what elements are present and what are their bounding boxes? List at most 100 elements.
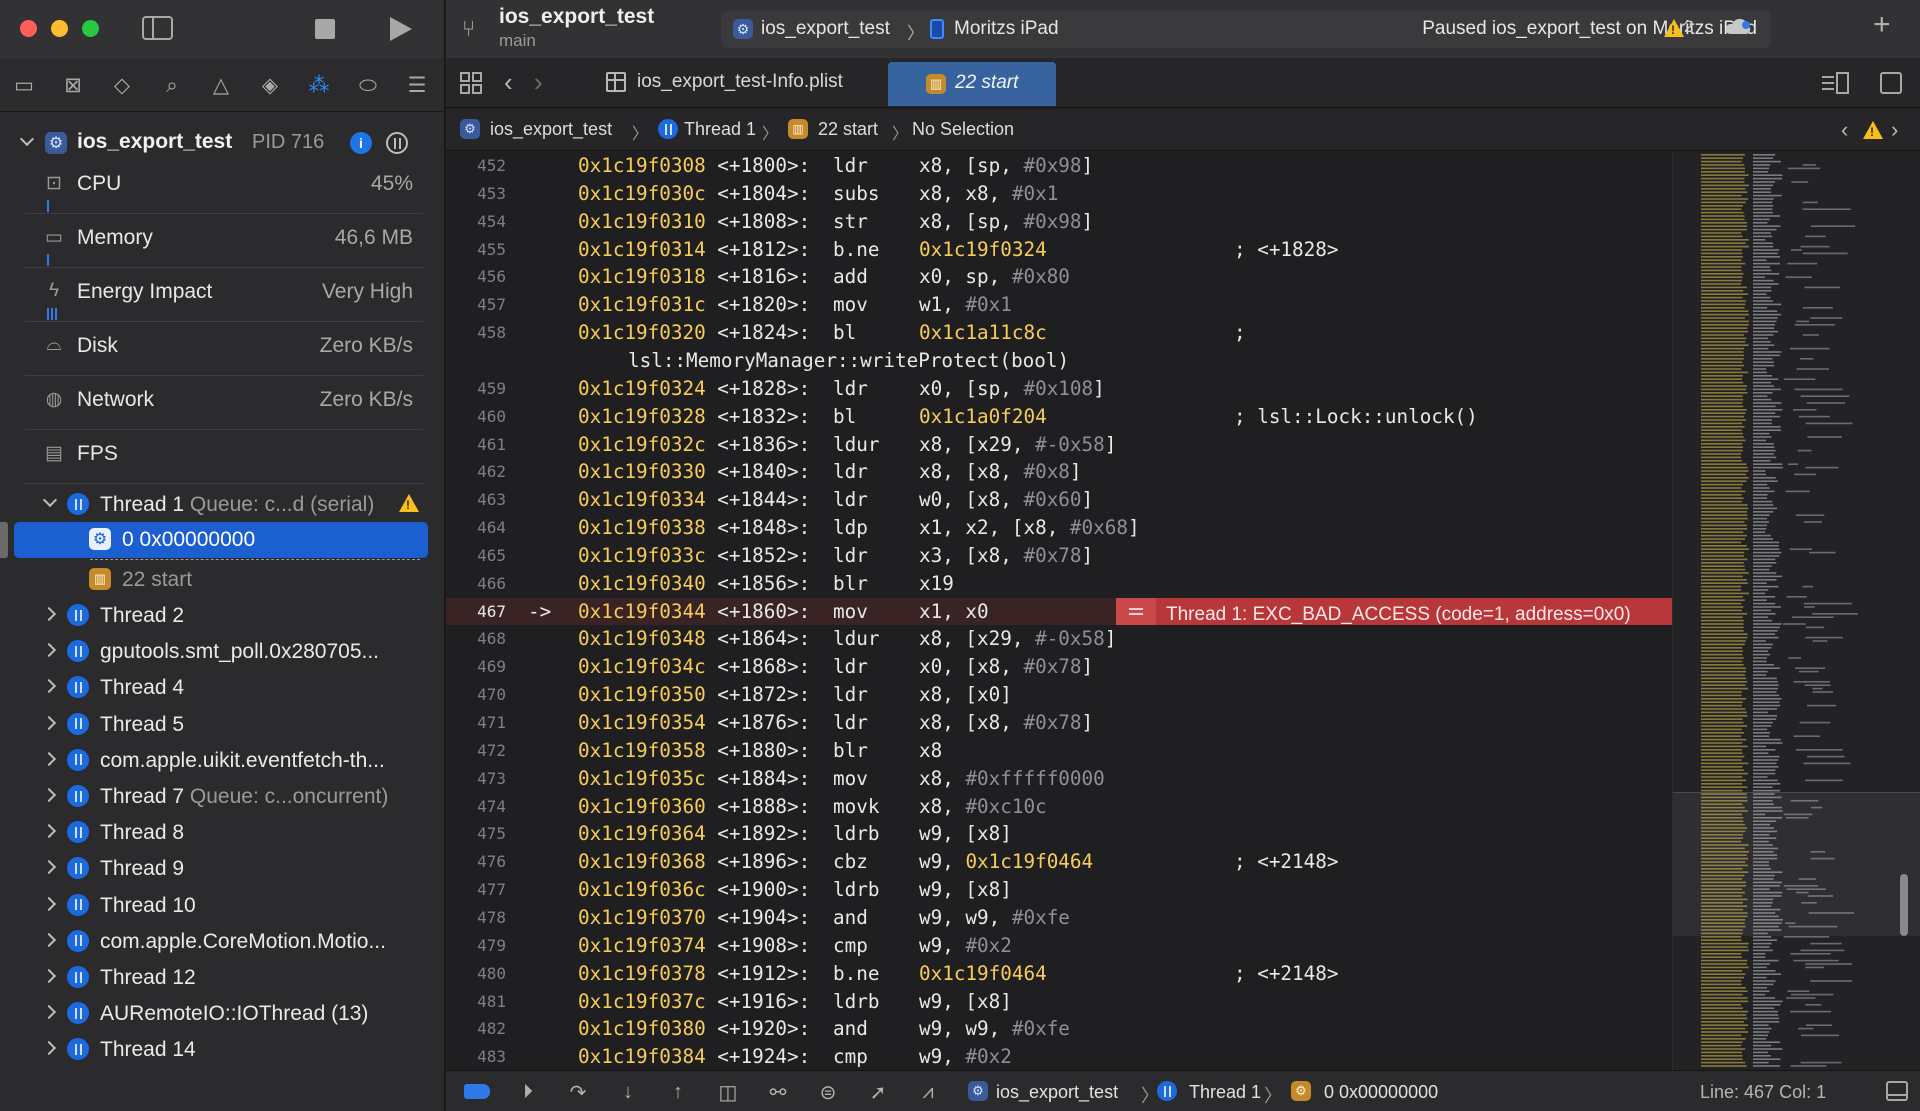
frame-row-selected[interactable]: ⚙ 0 0x00000000	[14, 522, 428, 558]
thread-row[interactable]: Thread 10	[0, 888, 444, 922]
thread-row[interactable]: Thread 5	[0, 707, 444, 741]
thread-row[interactable]: Thread 2	[0, 598, 444, 632]
breakpoints-toggle-icon[interactable]	[464, 1084, 490, 1099]
code-line[interactable]: 475 0x1c19f0364 <+1892>: ldrb w9, [x8]	[446, 820, 1672, 848]
code-line[interactable]: 457 0x1c19f031c <+1820>: mov w1, #0x1	[446, 291, 1672, 319]
back-arrow-icon[interactable]: ‹	[504, 67, 513, 98]
code-line[interactable]: 462 0x1c19f0330 <+1840>: ldr x8, [x8, #0x8]	[446, 458, 1672, 486]
device-selector[interactable]: Moritzs iPad	[954, 18, 1059, 40]
frame-row-start[interactable]: ▥ 22 start	[0, 562, 444, 596]
scrollbar-thumb[interactable]	[1900, 874, 1908, 936]
previous-issue-icon[interactable]: ‹	[1841, 117, 1848, 143]
code-line[interactable]: 455 0x1c19f0314 <+1812>: b.ne 0x1c19f0324 ; …	[446, 236, 1672, 264]
code-line[interactable]: 481 0x1c19f037c <+1916>: ldrb w9, [x8]	[446, 988, 1672, 1016]
forward-arrow-icon[interactable]: ›	[534, 67, 543, 98]
sidebar-toggle-icon[interactable]	[142, 16, 173, 40]
branch-icon[interactable]: ⑂	[462, 16, 486, 42]
code-line[interactable]: 459 0x1c19f0324 <+1828>: ldr x0, [sp, #0x10…	[446, 375, 1672, 403]
jumpbar-selection[interactable]: No Selection	[912, 119, 1014, 140]
code-line[interactable]: 469 0x1c19f034c <+1868>: ldr x0, [x8, #0x78…	[446, 653, 1672, 681]
instruments-icon[interactable]: ⩘	[916, 1080, 940, 1104]
warning-count[interactable]: 2	[1684, 17, 1693, 37]
thread-row[interactable]: com.apple.uikit.eventfetch-th...	[0, 743, 444, 777]
code-line[interactable]: 480 0x1c19f0378 <+1912>: b.ne 0x1c19f0464 ; …	[446, 960, 1672, 988]
editor-options-icon[interactable]	[1820, 72, 1850, 94]
minimap-viewport[interactable]	[1673, 792, 1920, 936]
debugbar-frame[interactable]: 0 0x00000000	[1324, 1082, 1438, 1103]
code-line[interactable]: 454 0x1c19f0310 <+1808>: str x8, [sp, #0x98…	[446, 208, 1672, 236]
code-line[interactable]: 476 0x1c19f0368 <+1896>: cbz w9, 0x1c19f046…	[446, 848, 1672, 876]
chevron-down-icon[interactable]	[19, 131, 35, 147]
console-toggle-icon[interactable]	[1886, 1081, 1908, 1101]
code-line[interactable]: 478 0x1c19f0370 <+1904>: and w9, w9, #0xfe	[446, 904, 1672, 932]
thread-row[interactable]: Thread 14	[0, 1032, 444, 1066]
thread-row[interactable]: gputools.smt_poll.0x280705...	[0, 634, 444, 668]
chevron-right-icon[interactable]	[41, 751, 57, 766]
simulate-location-icon[interactable]: ➚	[866, 1080, 890, 1104]
test-diamond-icon[interactable]: ◈	[258, 73, 282, 97]
chevron-right-icon[interactable]	[41, 715, 57, 730]
code-line[interactable]: 474 0x1c19f0360 <+1888>: movk x8, #0xc10c	[446, 793, 1672, 821]
chevron-right-icon[interactable]	[41, 896, 57, 911]
project-branch[interactable]: main	[499, 31, 536, 51]
tab-info-plist[interactable]: ios_export_test-Info.plist	[606, 58, 886, 108]
code-line[interactable]: 465 0x1c19f033c <+1852>: ldr x3, [x8, #0x78…	[446, 542, 1672, 570]
gauge-energy[interactable]: ϟ Energy Impact Very High	[25, 268, 423, 322]
info-icon[interactable]: i	[350, 132, 372, 154]
code-line[interactable]: 482 0x1c19f0380 <+1920>: and w9, w9, #0xfe	[446, 1015, 1672, 1043]
stop-icon[interactable]	[315, 19, 335, 39]
chevron-down-icon[interactable]	[42, 492, 58, 508]
threads-icon[interactable]	[386, 132, 408, 154]
code-line[interactable]: 453 0x1c19f030c <+1804>: subs x8, x8, #0x1	[446, 180, 1672, 208]
chevron-right-icon[interactable]	[41, 1041, 57, 1056]
folder-icon[interactable]: ▭	[12, 73, 36, 97]
code-line-current[interactable]: 467 -> 0x1c19f0344 <+1860>: mov x1, x0 Thread…	[446, 597, 1672, 626]
gauge-disk[interactable]: ⌓ Disk Zero KB/s	[25, 322, 423, 376]
thread-row[interactable]: Thread 12	[0, 960, 444, 994]
code-line[interactable]: 473 0x1c19f035c <+1884>: mov x8, #0xfffff00…	[446, 765, 1672, 793]
step-over-icon[interactable]: ↷	[566, 1080, 590, 1104]
chevron-right-icon[interactable]	[41, 643, 57, 658]
debug-spray-icon[interactable]: ⁂	[307, 73, 331, 97]
chevron-right-icon[interactable]	[41, 679, 57, 694]
grid-icon[interactable]	[460, 72, 482, 94]
thread-row-1[interactable]: Thread 1 Queue: c...d (serial)	[0, 487, 444, 521]
step-out-icon[interactable]: ↑	[666, 1080, 690, 1104]
debugbar-thread[interactable]: Thread 1	[1189, 1082, 1261, 1103]
jumpbar-frame[interactable]: 22 start	[818, 119, 878, 140]
next-issue-icon[interactable]: ›	[1891, 117, 1898, 143]
add-editor-icon[interactable]	[1880, 72, 1902, 94]
code-line[interactable]: 466 0x1c19f0340 <+1856>: blr x19	[446, 570, 1672, 598]
chevron-right-icon[interactable]	[41, 1005, 57, 1020]
jumpbar-project[interactable]: ios_export_test	[490, 119, 612, 140]
code-line[interactable]: 458 0x1c19f0320 <+1824>: bl 0x1c1a11c8c;	[446, 319, 1672, 347]
code-line[interactable]: 452 0x1c19f0308 <+1800>: ldr x8, [sp, #0x98…	[446, 152, 1672, 180]
code-line[interactable]: 463 0x1c19f0334 <+1844>: ldr w0, [x8, #0x60…	[446, 486, 1672, 514]
chevron-right-icon[interactable]	[41, 968, 57, 984]
debugbar-project[interactable]: ios_export_test	[996, 1082, 1118, 1103]
report-icon[interactable]: ☰	[405, 73, 429, 97]
run-icon[interactable]	[390, 17, 412, 41]
thread-row[interactable]: AURemoteIO::IOThread (13)	[0, 996, 444, 1030]
thread-row[interactable]: Thread 4	[0, 670, 444, 704]
tab-start-active[interactable]: ▥ 22 start	[888, 62, 1056, 106]
chevron-right-icon[interactable]	[41, 606, 57, 622]
warning-icon[interactable]	[1664, 19, 1684, 37]
chevron-right-icon[interactable]	[41, 787, 57, 803]
code-line[interactable]: 461 0x1c19f032c <+1836>: ldur x8, [x29, #-0…	[446, 431, 1672, 459]
step-into-icon[interactable]: ↓	[616, 1080, 640, 1104]
minimize-window-button[interactable]	[51, 20, 68, 37]
code-line[interactable]: 468 0x1c19f0348 <+1864>: ldur x8, [x29, #-0…	[446, 625, 1672, 653]
code-line[interactable]: 464 0x1c19f0338 <+1848>: ldp x1, x2, [x8, #…	[446, 514, 1672, 542]
code-line[interactable]: 472 0x1c19f0358 <+1880>: blr x8	[446, 737, 1672, 765]
warning-icon[interactable]	[1863, 121, 1883, 139]
jumpbar-thread[interactable]: Thread 1	[684, 119, 756, 140]
breakpoint-icon[interactable]: ⬭	[356, 73, 380, 97]
code-line[interactable]: 477 0x1c19f036c <+1900>: ldrb w9, [x8]	[446, 876, 1672, 904]
thread-row[interactable]: Thread 8	[0, 815, 444, 849]
disassembly-view[interactable]: 452 0x1c19f0308 <+1800>: ldr x8, [sp, #0x98…	[446, 152, 1672, 1070]
error-annotation[interactable]: Thread 1: EXC_BAD_ACCESS (code=1, addres…	[1116, 597, 1672, 626]
code-line[interactable]: 471 0x1c19f0354 <+1876>: ldr x8, [x8, #0x78…	[446, 709, 1672, 737]
thread-row[interactable]: com.apple.CoreMotion.Motio...	[0, 924, 444, 958]
memory-graph-icon[interactable]: ⚯	[766, 1080, 790, 1104]
